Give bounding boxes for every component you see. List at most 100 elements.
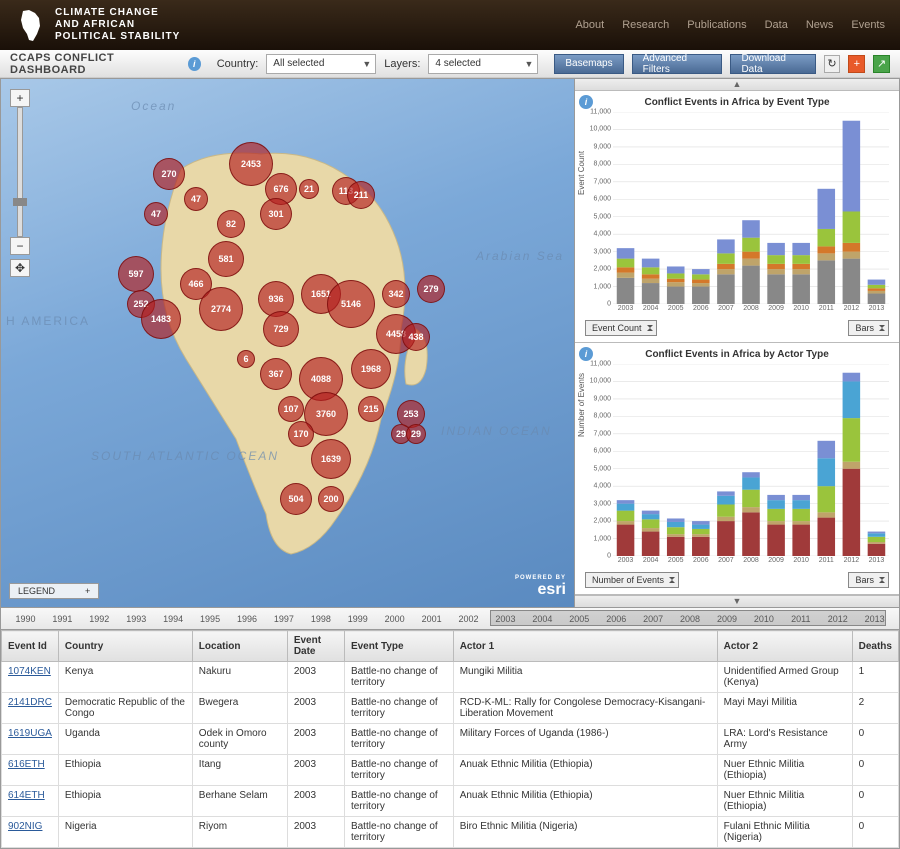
- conflict-bubble[interactable]: 82: [217, 210, 245, 238]
- chart-actor-type: i Conflict Events in Africa by Actor Typ…: [575, 343, 899, 595]
- legend-toggle[interactable]: LEGEND +: [9, 583, 99, 599]
- zoom-in-button[interactable]: +: [10, 89, 30, 107]
- metric-dropdown[interactable]: Event Count: [585, 320, 657, 336]
- y-tick: 11,000: [590, 109, 611, 116]
- conflict-bubble[interactable]: 597: [118, 256, 154, 292]
- conflict-bubble[interactable]: 367: [260, 358, 292, 390]
- map-label: Ocean: [131, 99, 176, 113]
- column-header[interactable]: Actor 2: [717, 631, 852, 662]
- event-id-link[interactable]: 616ETH: [2, 755, 59, 786]
- collapse-up-bar[interactable]: ▲: [575, 79, 899, 91]
- collapse-down-bar[interactable]: ▼: [575, 595, 899, 607]
- layers-label: Layers:: [384, 58, 420, 70]
- timeline-year: 2001: [413, 614, 450, 624]
- conflict-bubble[interactable]: 2453: [229, 142, 273, 186]
- event-id-link[interactable]: 1619UGA: [2, 724, 59, 755]
- conflict-bubble[interactable]: 581: [208, 241, 244, 277]
- map-panel[interactable]: OceanH AMERICASOUTH ATLANTIC OCEANINDIAN…: [0, 78, 575, 608]
- nav-events[interactable]: Events: [851, 19, 885, 31]
- x-tick: 2007: [718, 305, 734, 312]
- nav-news[interactable]: News: [806, 19, 834, 31]
- table-cell: 1: [852, 662, 898, 693]
- info-icon[interactable]: i: [579, 95, 593, 109]
- country-label: Country:: [217, 58, 259, 70]
- x-tick: 2006: [693, 557, 709, 564]
- conflict-bubble[interactable]: 215: [358, 396, 384, 422]
- conflict-bubble[interactable]: 107: [278, 396, 304, 422]
- conflict-bubble[interactable]: 211: [347, 181, 375, 209]
- conflict-bubble[interactable]: 170: [288, 421, 314, 447]
- y-tick: 9,000: [593, 143, 611, 150]
- conflict-bubble[interactable]: 2774: [199, 287, 243, 331]
- nav-research[interactable]: Research: [622, 19, 669, 31]
- table-row: 1074KENKenyaNakuru2003Battle-no change o…: [2, 662, 899, 693]
- country-dropdown[interactable]: All selected ▼: [266, 54, 376, 74]
- conflict-bubble[interactable]: 5146: [327, 280, 375, 328]
- table-cell: Fulani Ethnic Militia (Nigeria): [717, 817, 852, 848]
- add-icon[interactable]: +: [848, 55, 865, 73]
- nav-data[interactable]: Data: [765, 19, 788, 31]
- conflict-bubble[interactable]: 342: [382, 280, 410, 308]
- org-line2: AND AFRICAN: [55, 19, 180, 31]
- table-cell: 0: [852, 755, 898, 786]
- table-cell: Nakuru: [192, 662, 287, 693]
- column-header[interactable]: Event Date: [287, 631, 344, 662]
- layers-dropdown[interactable]: 4 selected ▼: [428, 54, 538, 74]
- info-icon[interactable]: i: [579, 347, 593, 361]
- layers-value: 4 selected: [435, 58, 481, 69]
- download-data-button[interactable]: Download Data: [730, 54, 815, 74]
- conflict-bubble[interactable]: 47: [144, 202, 168, 226]
- conflict-bubble[interactable]: 279: [417, 275, 445, 303]
- conflict-bubble[interactable]: 504: [280, 483, 312, 515]
- timeline-year: 1990: [7, 614, 44, 624]
- column-header[interactable]: Location: [192, 631, 287, 662]
- conflict-bubble[interactable]: 729: [263, 311, 299, 347]
- metric-dropdown[interactable]: Number of Events: [585, 572, 679, 588]
- x-tick: 2003: [618, 305, 634, 312]
- y-tick: 3,000: [593, 500, 611, 507]
- charttype-dropdown[interactable]: Bars: [848, 320, 889, 336]
- advanced-filters-button[interactable]: Advanced Filters: [632, 54, 723, 74]
- zoom-thumb[interactable]: [13, 198, 27, 206]
- event-id-link[interactable]: 902NIG: [2, 817, 59, 848]
- conflict-bubble[interactable]: 47: [184, 187, 208, 211]
- basemaps-button[interactable]: Basemaps: [554, 54, 623, 74]
- conflict-bubble[interactable]: 1968: [351, 349, 391, 389]
- column-header[interactable]: Event Type: [344, 631, 453, 662]
- refresh-icon[interactable]: ↻: [824, 55, 841, 73]
- conflict-bubble[interactable]: 29: [406, 424, 426, 444]
- nav-publications[interactable]: Publications: [687, 19, 746, 31]
- table-cell: 2003: [287, 693, 344, 724]
- info-icon[interactable]: i: [188, 57, 201, 71]
- logo-area: CLIMATE CHANGE AND AFRICAN POLITICAL STA…: [15, 7, 180, 43]
- column-header[interactable]: Event Id: [2, 631, 59, 662]
- zoom-slider[interactable]: [17, 107, 23, 237]
- conflict-bubble[interactable]: 6: [237, 350, 255, 368]
- conflict-bubble[interactable]: 200: [318, 486, 344, 512]
- column-header[interactable]: Deaths: [852, 631, 898, 662]
- conflict-bubble[interactable]: 270: [153, 158, 185, 190]
- map-label: H AMERICA: [6, 314, 90, 328]
- event-id-link[interactable]: 1074KEN: [2, 662, 59, 693]
- event-id-link[interactable]: 614ETH: [2, 786, 59, 817]
- timeline-selection[interactable]: [490, 610, 885, 626]
- nav-about[interactable]: About: [575, 19, 604, 31]
- table-cell: 2: [852, 693, 898, 724]
- conflict-bubble[interactable]: 301: [260, 198, 292, 230]
- event-id-link[interactable]: 2141DRC: [2, 693, 59, 724]
- column-header[interactable]: Actor 1: [453, 631, 717, 662]
- pan-button[interactable]: ✥: [10, 259, 30, 277]
- conflict-bubble[interactable]: 438: [402, 323, 430, 351]
- x-tick: 2007: [718, 557, 734, 564]
- charttype-dropdown[interactable]: Bars: [848, 572, 889, 588]
- conflict-bubble[interactable]: 21: [299, 179, 319, 199]
- y-tick: 7,000: [593, 430, 611, 437]
- column-header[interactable]: Country: [58, 631, 192, 662]
- table-row: 2141DRCDemocratic Republic of the CongoB…: [2, 693, 899, 724]
- timeline-slider[interactable]: 1990199119921993199419951996199719981999…: [0, 608, 900, 630]
- conflict-bubble[interactable]: 1639: [311, 439, 351, 479]
- zoom-out-button[interactable]: −: [10, 237, 30, 255]
- esri-attribution: POWERED BY esri: [515, 575, 566, 599]
- share-icon[interactable]: ↗: [873, 55, 890, 73]
- conflict-bubble[interactable]: 1483: [141, 299, 181, 339]
